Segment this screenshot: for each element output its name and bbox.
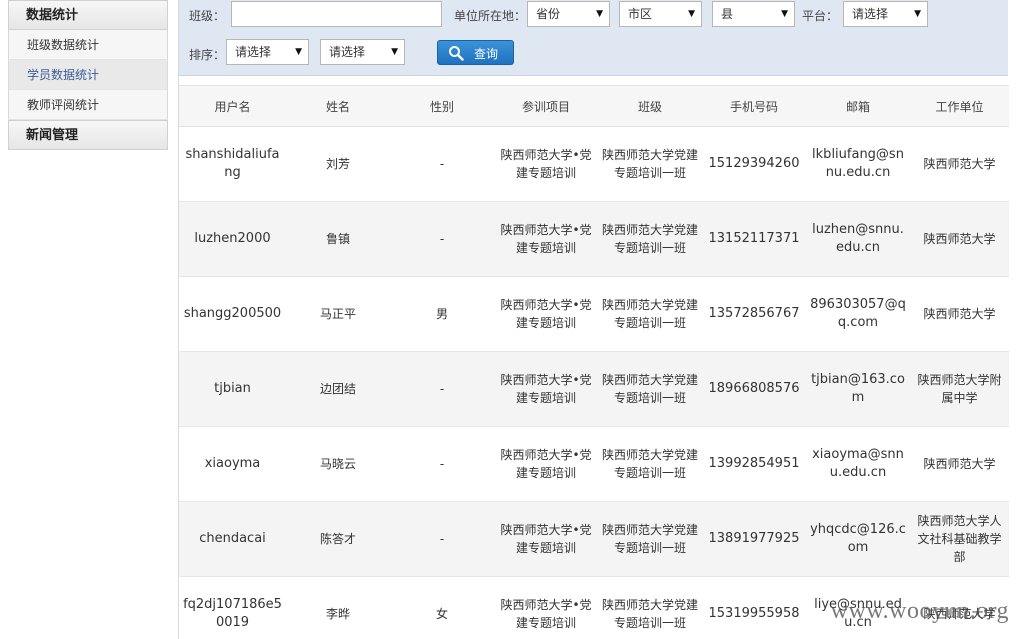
sidebar-item-class-stats[interactable]: 班级数据统计 xyxy=(8,30,168,60)
cell-name: 马正平 xyxy=(286,276,390,352)
dropdown-arrow-icon: ▼ xyxy=(781,9,788,19)
cell-username: shangg200500 xyxy=(179,276,286,352)
class-input[interactable] xyxy=(231,1,442,27)
sort-select-2[interactable]: 请选择 ▼ xyxy=(320,39,405,65)
student-stats-table: 用户名 姓名 性别 参训项目 班级 手机号码 邮箱 工作单位 shanshida… xyxy=(179,85,1009,639)
cell-username: chendacai xyxy=(179,501,286,577)
county-select[interactable]: 县 ▼ xyxy=(712,1,795,27)
cell-class: 陕西师范大学党建专题培训一班 xyxy=(598,576,702,639)
table-row: shanshidaliufang 刘芳 - 陕西师范大学•党建专题培训 陕西师范… xyxy=(179,126,1009,202)
main-content: 班级： 单位所在地： 省份 ▼ 市区 ▼ 县 ▼ 平台： 请选择 ▼ 排序： 请选择 ▼ … xyxy=(178,0,1009,639)
cell-gender: - xyxy=(390,351,494,427)
class-label: 班级： xyxy=(189,9,226,23)
cell-gender: 男 xyxy=(390,276,494,352)
dropdown-arrow-icon: ▼ xyxy=(688,9,695,19)
cell-username: fq2dj107186e50019 xyxy=(179,576,286,639)
sidebar-section-data-stats[interactable]: 数据统计 xyxy=(8,0,168,30)
sort-label: 排序： xyxy=(189,48,226,62)
dropdown-arrow-icon: ▼ xyxy=(596,9,603,19)
col-username: 用户名 xyxy=(179,85,286,127)
cell-project: 陕西师范大学•党建专题培训 xyxy=(494,576,598,639)
platform-label: 平台： xyxy=(802,9,839,23)
cell-workplace: 陕西师范大学 xyxy=(910,201,1009,277)
cell-username: tjbian xyxy=(179,351,286,427)
col-phone: 手机号码 xyxy=(702,85,806,127)
table-row: luzhen2000 鲁镇 - 陕西师范大学•党建专题培训 陕西师范大学党建专题… xyxy=(179,201,1009,277)
col-project: 参训项目 xyxy=(494,85,598,127)
cell-class: 陕西师范大学党建专题培训一班 xyxy=(598,351,702,427)
dropdown-arrow-icon: ▼ xyxy=(914,9,921,19)
cell-workplace: 陕西师范大学附属中学 xyxy=(910,351,1009,427)
cell-gender: - xyxy=(390,426,494,502)
watermark: www.wooyun.org xyxy=(830,598,1009,624)
cell-class: 陕西师范大学党建专题培训一班 xyxy=(598,276,702,352)
cell-phone: 15129394260 xyxy=(702,126,806,202)
cell-name: 陈答才 xyxy=(286,501,390,577)
city-select[interactable]: 市区 ▼ xyxy=(619,1,702,27)
cell-workplace: 陕西师范大学 xyxy=(910,126,1009,202)
cell-workplace: 陕西师范大学人文社科基础教学部 xyxy=(910,501,1009,577)
cell-phone: 18966808576 xyxy=(702,351,806,427)
cell-email: yhqcdc@126.com xyxy=(806,501,910,577)
sidebar-item-student-stats[interactable]: 学员数据统计 xyxy=(8,60,168,90)
sort-select-1[interactable]: 请选择 ▼ xyxy=(226,39,309,65)
cell-gender: 女 xyxy=(390,576,494,639)
cell-email: tjbian@163.com xyxy=(806,351,910,427)
cell-gender: - xyxy=(390,126,494,202)
cell-class: 陕西师范大学党建专题培训一班 xyxy=(598,201,702,277)
table-row: shangg200500 马正平 男 陕西师范大学•党建专题培训 陕西师范大学党… xyxy=(179,276,1009,352)
sidebar: 数据统计 班级数据统计 学员数据统计 教师评阅统计 新闻管理 xyxy=(8,0,168,150)
platform-select[interactable]: 请选择 ▼ xyxy=(843,1,928,27)
cell-name: 鲁镇 xyxy=(286,201,390,277)
cell-project: 陕西师范大学•党建专题培训 xyxy=(494,351,598,427)
cell-gender: - xyxy=(390,501,494,577)
col-email: 邮箱 xyxy=(806,85,910,127)
cell-workplace: 陕西师范大学 xyxy=(910,426,1009,502)
cell-username: shanshidaliufang xyxy=(179,126,286,202)
cell-name: 李晔 xyxy=(286,576,390,639)
cell-workplace: 陕西师范大学 xyxy=(910,276,1009,352)
sidebar-section-news[interactable]: 新闻管理 xyxy=(8,120,168,150)
cell-phone: 13152117371 xyxy=(702,201,806,277)
cell-project: 陕西师范大学•党建专题培训 xyxy=(494,426,598,502)
cell-phone: 15319955958 xyxy=(702,576,806,639)
col-workplace: 工作单位 xyxy=(910,85,1009,127)
cell-name: 马晓云 xyxy=(286,426,390,502)
cell-username: luzhen2000 xyxy=(179,201,286,277)
cell-project: 陕西师范大学•党建专题培训 xyxy=(494,126,598,202)
location-label: 单位所在地： xyxy=(454,9,527,23)
cell-phone: 13992854951 xyxy=(702,426,806,502)
search-button[interactable]: 查询 xyxy=(437,40,514,65)
search-icon xyxy=(449,46,464,61)
cell-project: 陕西师范大学•党建专题培训 xyxy=(494,201,598,277)
filter-bar: 班级： 单位所在地： 省份 ▼ 市区 ▼ 县 ▼ 平台： 请选择 ▼ 排序： 请选择 ▼ … xyxy=(179,0,1008,76)
cell-project: 陕西师范大学•党建专题培训 xyxy=(494,501,598,577)
col-gender: 性别 xyxy=(390,85,494,127)
province-select[interactable]: 省份 ▼ xyxy=(527,1,610,27)
cell-username: xiaoyma xyxy=(179,426,286,502)
cell-email: 896303057@qq.com xyxy=(806,276,910,352)
col-name: 姓名 xyxy=(286,85,390,127)
table-row: chendacai 陈答才 - 陕西师范大学•党建专题培训 陕西师范大学党建专题… xyxy=(179,501,1009,577)
cell-phone: 13572856767 xyxy=(702,276,806,352)
cell-project: 陕西师范大学•党建专题培训 xyxy=(494,276,598,352)
cell-email: lkbliufang@snnu.edu.cn xyxy=(806,126,910,202)
dropdown-arrow-icon: ▼ xyxy=(295,47,302,57)
cell-email: xiaoyma@snnu.edu.cn xyxy=(806,426,910,502)
sidebar-item-teacher-review-stats[interactable]: 教师评阅统计 xyxy=(8,90,168,120)
cell-class: 陕西师范大学党建专题培训一班 xyxy=(598,126,702,202)
dropdown-arrow-icon: ▼ xyxy=(391,47,398,57)
table-header-row: 用户名 姓名 性别 参训项目 班级 手机号码 邮箱 工作单位 xyxy=(179,85,1009,127)
table-row: tjbian 边团结 - 陕西师范大学•党建专题培训 陕西师范大学党建专题培训一… xyxy=(179,351,1009,427)
table-row: xiaoyma 马晓云 - 陕西师范大学•党建专题培训 陕西师范大学党建专题培训… xyxy=(179,426,1009,502)
col-class: 班级 xyxy=(598,85,702,127)
cell-phone: 13891977925 xyxy=(702,501,806,577)
cell-name: 刘芳 xyxy=(286,126,390,202)
cell-class: 陕西师范大学党建专题培训一班 xyxy=(598,426,702,502)
cell-email: luzhen@snnu.edu.cn xyxy=(806,201,910,277)
cell-class: 陕西师范大学党建专题培训一班 xyxy=(598,501,702,577)
cell-gender: - xyxy=(390,201,494,277)
cell-name: 边团结 xyxy=(286,351,390,427)
